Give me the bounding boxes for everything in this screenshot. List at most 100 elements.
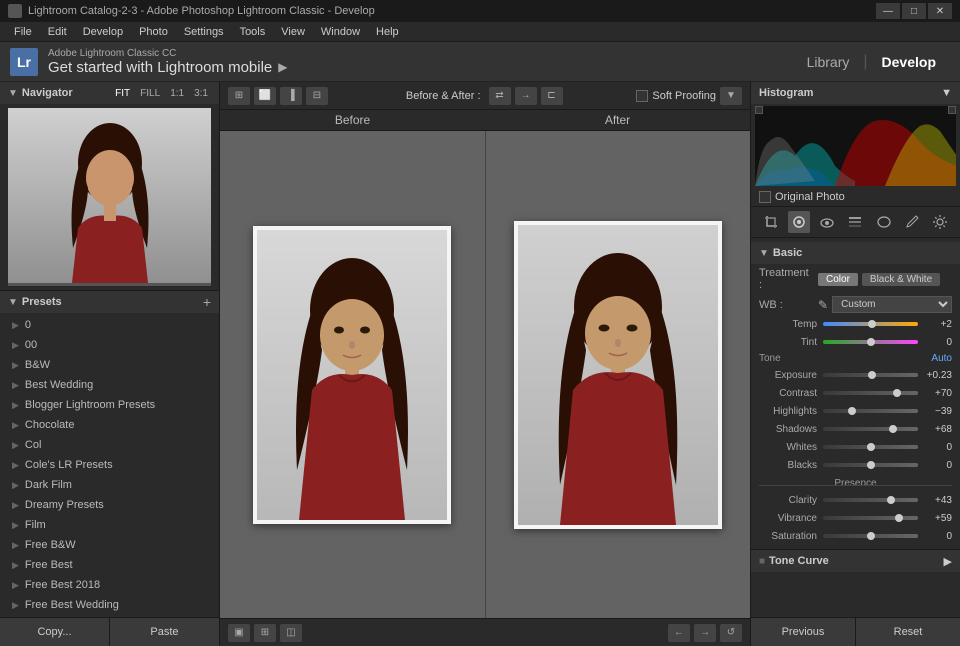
list-item[interactable]: ▶Dreamy Presets — [0, 495, 219, 515]
contrast-value: +70 — [924, 388, 952, 399]
list-item[interactable]: ▶Dark Film — [0, 475, 219, 495]
temp-slider[interactable] — [823, 322, 918, 326]
exposure-slider[interactable] — [823, 373, 918, 377]
soft-proofing-checkbox[interactable] — [636, 90, 648, 102]
tint-slider[interactable] — [823, 340, 918, 344]
previous-button[interactable]: Previous — [751, 618, 856, 646]
list-item[interactable]: ▶Free Best Wedding — [0, 595, 219, 615]
vibrance-slider[interactable] — [823, 516, 918, 520]
menu-window[interactable]: Window — [313, 22, 368, 42]
menu-edit[interactable]: Edit — [40, 22, 75, 42]
clarity-thumb[interactable] — [887, 496, 895, 504]
list-item[interactable]: ▶Free Best 2018 — [0, 575, 219, 595]
exposure-thumb[interactable] — [868, 371, 876, 379]
tint-thumb[interactable] — [867, 338, 875, 346]
vibrance-thumb[interactable] — [895, 514, 903, 522]
bw-treatment-button[interactable]: Black & White — [862, 273, 940, 286]
shadows-thumb[interactable] — [889, 425, 897, 433]
original-photo-checkbox[interactable] — [759, 191, 771, 203]
eyedropper-icon[interactable]: ✎ — [818, 298, 828, 312]
list-item[interactable]: ▶Blogger Lightroom Presets — [0, 395, 219, 415]
list-item[interactable]: ▶Cole's LR Presets — [0, 455, 219, 475]
soft-proofing-dropdown[interactable]: ▼ — [720, 87, 742, 105]
menu-tools[interactable]: Tools — [232, 22, 274, 42]
survey-view-button[interactable]: ⊟ — [306, 87, 328, 105]
adjustment-brush-icon[interactable] — [901, 211, 923, 233]
blacks-thumb[interactable] — [867, 461, 875, 469]
zoom-3-1[interactable]: 3:1 — [191, 88, 211, 99]
list-item[interactable]: ▶B&W — [0, 355, 219, 375]
list-item[interactable]: ▶Chocolate — [0, 415, 219, 435]
play-icon[interactable]: ▶ — [278, 60, 287, 74]
list-item[interactable]: ▶Film — [0, 515, 219, 535]
radial-filter-icon[interactable] — [873, 211, 895, 233]
reset-button[interactable]: Reset — [856, 618, 960, 646]
presets-header[interactable]: ▼ Presets + — [0, 291, 219, 313]
view-frame3-button[interactable]: ◫ — [280, 624, 302, 642]
spot-removal-tool-icon[interactable] — [788, 211, 810, 233]
menu-view[interactable]: View — [273, 22, 313, 42]
blacks-slider[interactable] — [823, 463, 918, 467]
menu-settings[interactable]: Settings — [176, 22, 232, 42]
zoom-1-1[interactable]: 1:1 — [167, 88, 187, 99]
basic-header[interactable]: ▼ Basic — [751, 242, 960, 264]
tone-curve-header[interactable]: ■ Tone Curve ▶ — [751, 550, 960, 572]
copy-button[interactable]: Copy... — [0, 618, 110, 646]
list-item[interactable]: ▶0 — [0, 315, 219, 335]
compare-view-button[interactable]: ▐ — [280, 87, 302, 105]
ba-layout-button[interactable]: ⊏ — [541, 87, 563, 105]
zoom-fill[interactable]: FILL — [137, 88, 163, 99]
shadow-clipping-indicator[interactable] — [755, 106, 763, 114]
clarity-slider[interactable] — [823, 498, 918, 502]
arrow-left-button[interactable]: ← — [668, 624, 690, 642]
whites-slider[interactable] — [823, 445, 918, 449]
highlight-clipping-indicator[interactable] — [948, 106, 956, 114]
view-frame1-button[interactable]: ▣ — [228, 624, 250, 642]
menu-develop[interactable]: Develop — [75, 22, 131, 42]
basic-section: ▼ Basic Treatment : Color Black & White … — [751, 238, 960, 549]
red-eye-tool-icon[interactable] — [816, 211, 838, 233]
swap-before-after-button[interactable]: ⇄ — [489, 87, 511, 105]
nav-develop[interactable]: Develop — [868, 42, 950, 82]
copy-to-after-button[interactable]: → — [515, 87, 537, 105]
minimize-button[interactable]: — — [876, 3, 900, 19]
highlights-thumb[interactable] — [848, 407, 856, 415]
contrast-slider[interactable] — [823, 391, 918, 395]
presets-add-button[interactable]: + — [203, 294, 211, 310]
wb-dropdown[interactable]: Custom As Shot Auto Daylight Cloudy — [832, 296, 952, 313]
loupe-view-button[interactable]: ⬜ — [254, 87, 276, 105]
highlights-slider[interactable] — [823, 409, 918, 413]
grid-view-button[interactable]: ⊞ — [228, 87, 250, 105]
temp-thumb[interactable] — [868, 320, 876, 328]
list-item[interactable]: ▶Free Best — [0, 555, 219, 575]
maximize-button[interactable]: □ — [902, 3, 926, 19]
shadows-slider[interactable] — [823, 427, 918, 431]
saturation-slider[interactable] — [823, 534, 918, 538]
arrow-right-button[interactable]: → — [694, 624, 716, 642]
menu-file[interactable]: File — [6, 22, 40, 42]
list-item[interactable]: ▶Free B&W — [0, 535, 219, 555]
menu-photo[interactable]: Photo — [131, 22, 176, 42]
list-item[interactable]: ▶Col — [0, 435, 219, 455]
crop-tool-icon[interactable] — [760, 211, 782, 233]
color-treatment-button[interactable]: Color — [818, 273, 858, 286]
list-item[interactable]: ▶Best Wedding — [0, 375, 219, 395]
nav-library[interactable]: Library — [793, 42, 864, 82]
graduated-filter-icon[interactable] — [844, 211, 866, 233]
navigator-preview — [8, 108, 211, 286]
list-item[interactable]: ▶00 — [0, 335, 219, 355]
histogram-header[interactable]: Histogram ▼ — [751, 82, 960, 104]
view-frame2-button[interactable]: ⊞ — [254, 624, 276, 642]
whites-thumb[interactable] — [867, 443, 875, 451]
navigator-header[interactable]: ▼ Navigator FIT FILL 1:1 3:1 — [0, 82, 219, 104]
menu-help[interactable]: Help — [368, 22, 407, 42]
zoom-fit[interactable]: FIT — [112, 88, 133, 99]
close-button[interactable]: ✕ — [928, 3, 952, 19]
contrast-thumb[interactable] — [893, 389, 901, 397]
settings-icon[interactable] — [929, 211, 951, 233]
saturation-thumb[interactable] — [867, 532, 875, 540]
treatment-row: Treatment : Color Black & White — [751, 264, 960, 294]
paste-button[interactable]: Paste — [110, 618, 219, 646]
rotate-button[interactable]: ↺ — [720, 624, 742, 642]
auto-button[interactable]: Auto — [931, 353, 952, 364]
